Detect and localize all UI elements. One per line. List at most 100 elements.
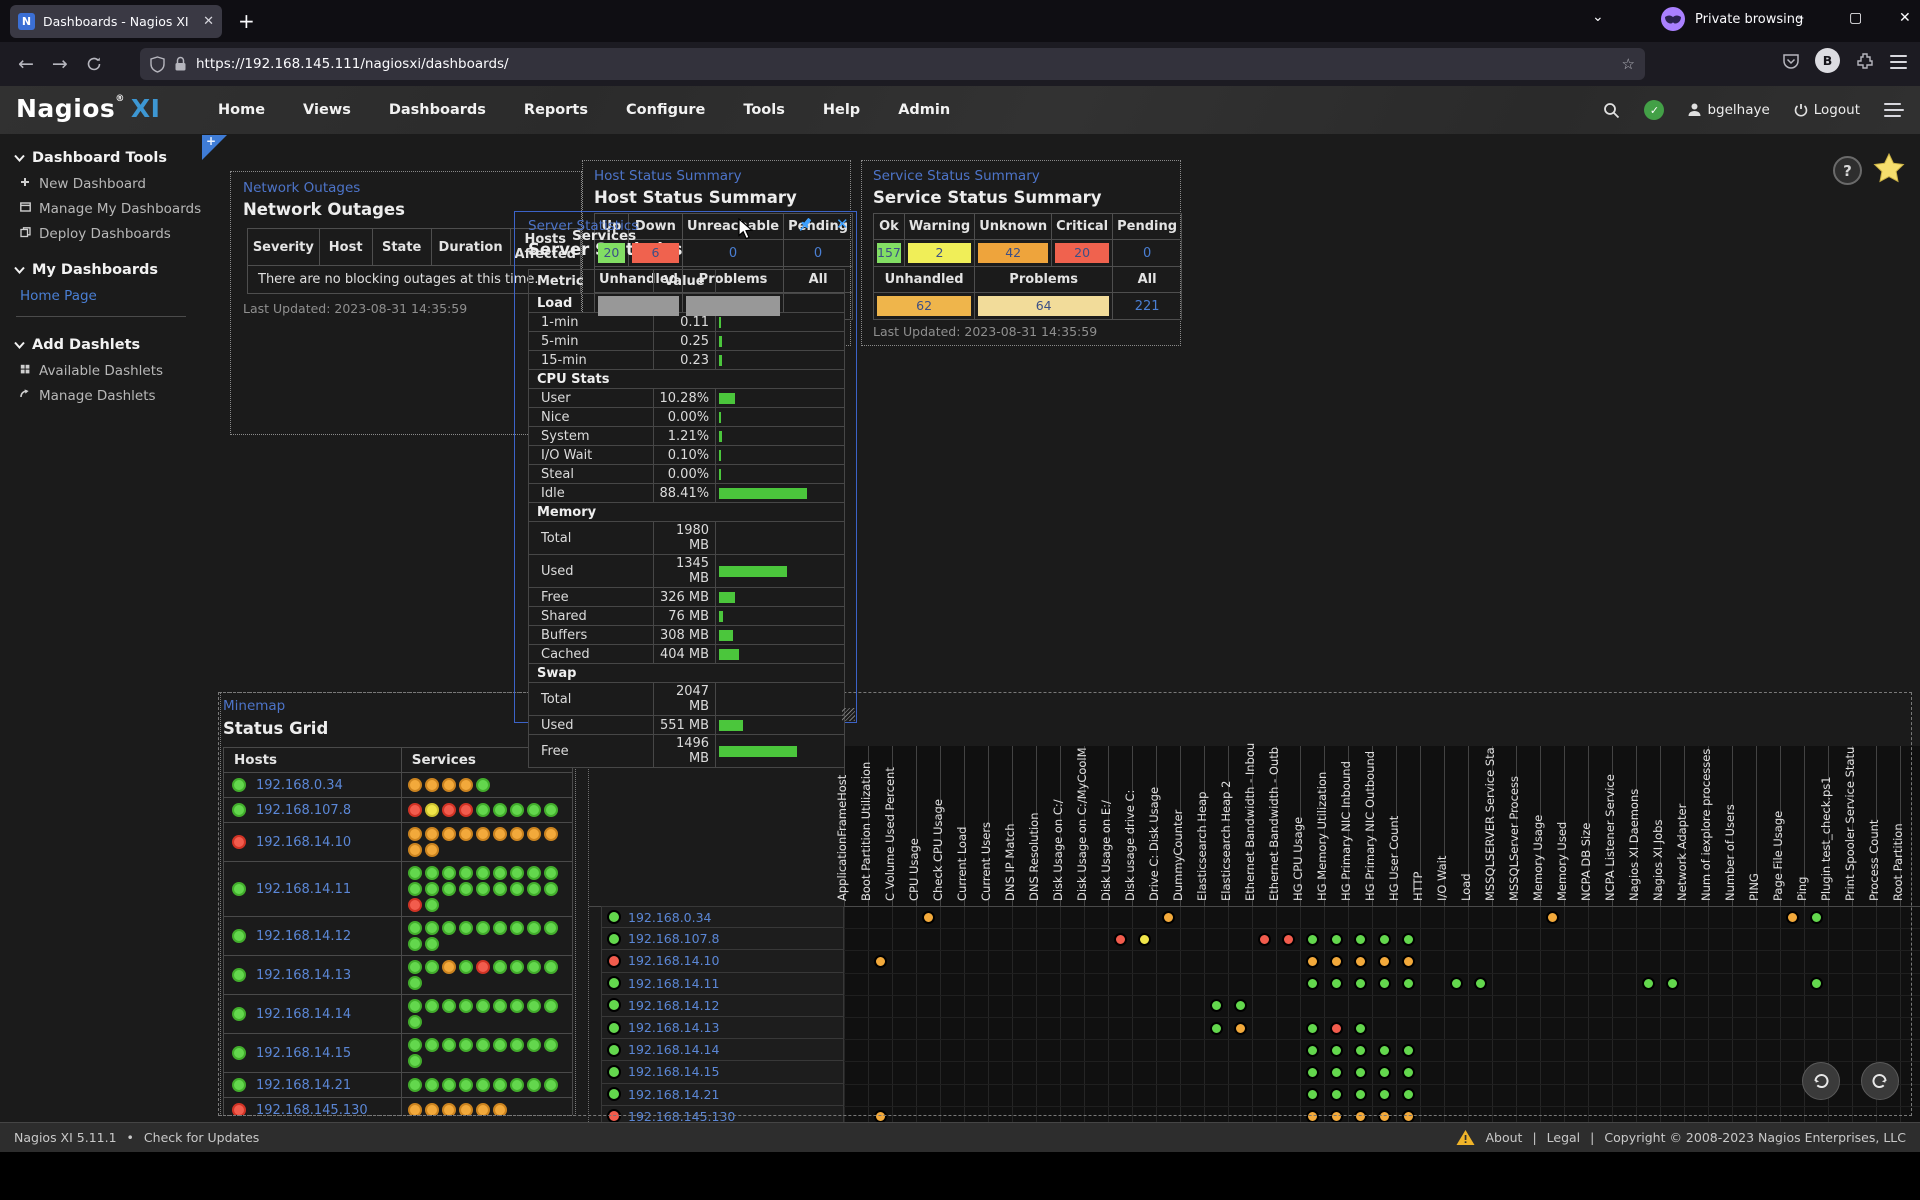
nagios-logo[interactable]: Nagios®XI	[16, 94, 160, 123]
grid-column-label[interactable]: Elasticsearch Heap	[1195, 792, 1209, 901]
host-summary-title-link[interactable]: Host Status Summary	[594, 168, 742, 184]
service-status-dot-green[interactable]	[1378, 1044, 1391, 1057]
service-summary-value-cell[interactable]: 221	[1113, 293, 1182, 320]
grid-column-label[interactable]: ApplicationFrameHost	[835, 775, 849, 901]
service-status-dot-orange[interactable]	[874, 955, 887, 968]
reload-icon[interactable]	[86, 56, 102, 72]
service-status-dot-green[interactable]	[510, 999, 524, 1013]
status-badge-orange2[interactable]: 62	[877, 296, 971, 316]
host-summary-value-cell[interactable]	[595, 293, 683, 320]
service-status-dot-green[interactable]	[425, 898, 439, 912]
service-status-dot-green[interactable]	[527, 921, 541, 935]
service-status-dot-red[interactable]	[476, 960, 490, 974]
grid-column-label[interactable]: Num of iexplore processes	[1699, 749, 1713, 901]
host-status-dot-green[interactable]	[232, 929, 246, 943]
service-status-dot-green[interactable]	[493, 866, 507, 880]
help-button[interactable]: ?	[1833, 156, 1862, 185]
grid-column-label[interactable]: Elasticsearch Heap 2	[1219, 781, 1233, 901]
service-summary-value-cell[interactable]: 157	[874, 240, 905, 267]
service-status-dot-red[interactable]	[408, 803, 422, 817]
service-status-dot-red[interactable]	[1258, 933, 1271, 946]
service-status-dot-green[interactable]	[493, 960, 507, 974]
grid-column-label[interactable]: Memory Used	[1555, 822, 1569, 901]
grid-column-label[interactable]: Disk Usage on E:/	[1099, 800, 1113, 901]
service-status-dot-green[interactable]	[1402, 1088, 1415, 1101]
service-status-dot-green[interactable]	[1378, 977, 1391, 990]
service-status-dot-green[interactable]	[425, 1038, 439, 1052]
service-status-dot-green[interactable]	[408, 866, 422, 880]
sidebar-item-available-dashlets[interactable]: Available Dashlets	[20, 363, 202, 379]
service-status-dot-green[interactable]	[459, 866, 473, 880]
service-status-dot-orange[interactable]	[1402, 955, 1415, 968]
sidebar-item-home-page[interactable]: Home Page	[20, 288, 202, 304]
service-status-dot-green[interactable]	[544, 1078, 558, 1092]
status-badge-orange[interactable]: 42	[978, 243, 1048, 263]
service-status-dot-green[interactable]	[1354, 977, 1367, 990]
header-menu-icon[interactable]	[1884, 109, 1904, 111]
service-status-dot-orange[interactable]	[442, 778, 456, 792]
dashlet-service-status-summary[interactable]: Service Status Summary Service Status Su…	[861, 160, 1181, 346]
host-link[interactable]: 192.168.107.8	[628, 931, 719, 946]
service-status-dot-orange[interactable]	[1306, 955, 1319, 968]
service-status-dot-orange[interactable]	[442, 960, 456, 974]
service-status-dot-orange[interactable]	[408, 1103, 422, 1116]
service-status-dot-green[interactable]	[408, 921, 422, 935]
service-summary-title-link[interactable]: Service Status Summary	[873, 168, 1040, 184]
sidebar-section-title[interactable]: Add Dashlets	[14, 337, 202, 353]
grid-column-label[interactable]: HG Primary NIC Inbound	[1339, 761, 1353, 901]
dashlet-status-grid[interactable]: Status Grid ApplicationFrameHostBoot Par…	[588, 716, 1920, 1128]
service-status-dot-green[interactable]	[1378, 1088, 1391, 1101]
grid-column-label[interactable]: Nagios XI Jobs	[1651, 820, 1665, 901]
minimize-icon[interactable]: –	[1797, 10, 1804, 26]
service-status-dot-green[interactable]	[476, 803, 490, 817]
service-status-dot-green[interactable]	[527, 882, 541, 896]
service-status-dot-green[interactable]	[408, 960, 422, 974]
service-status-dot-green[interactable]	[1306, 1066, 1319, 1079]
service-status-dot-green[interactable]	[442, 921, 456, 935]
grid-column-label[interactable]: Ethernet Bandwidth - Inbou	[1243, 743, 1257, 901]
service-status-dot-green[interactable]	[527, 866, 541, 880]
host-status-dot-green[interactable]	[607, 1087, 621, 1101]
service-summary-header-unknown[interactable]: Unknown	[975, 214, 1052, 240]
grid-column-label[interactable]: Disk Usage on C:/MyCoolM	[1075, 747, 1089, 901]
minemap-title-link[interactable]: Minemap	[223, 698, 285, 714]
service-status-dot-orange[interactable]	[922, 911, 935, 924]
service-status-dot-green[interactable]	[1474, 977, 1487, 990]
grid-column-label[interactable]: DNS Resolution	[1027, 812, 1041, 901]
service-status-dot-green[interactable]	[1810, 977, 1823, 990]
service-status-dot-green[interactable]	[408, 1054, 422, 1068]
forward-icon[interactable]: →	[52, 53, 68, 75]
service-status-dot-green[interactable]	[459, 921, 473, 935]
service-status-dot-orange[interactable]	[1546, 911, 1559, 924]
host-status-dot-red[interactable]	[232, 835, 246, 849]
service-status-dot-green[interactable]	[1378, 1066, 1391, 1079]
grid-column-label[interactable]: MSSQLServer Process	[1507, 776, 1521, 901]
nav-item-home[interactable]: Home	[218, 102, 265, 118]
search-icon[interactable]	[1603, 102, 1620, 119]
service-status-dot-orange[interactable]	[459, 827, 473, 841]
dashlet-close-icon[interactable]: ✕	[836, 215, 849, 233]
service-status-dot-green[interactable]	[493, 999, 507, 1013]
service-status-dot-orange[interactable]	[408, 827, 422, 841]
service-status-dot-green[interactable]	[442, 1078, 456, 1092]
service-status-dot-green[interactable]	[544, 803, 558, 817]
service-status-dot-green[interactable]	[1810, 911, 1823, 924]
resize-grip[interactable]	[842, 708, 855, 721]
host-link[interactable]: 192.168.145.130	[256, 1103, 368, 1117]
nav-item-views[interactable]: Views	[303, 102, 351, 118]
service-status-dot-green[interactable]	[1354, 933, 1367, 946]
grid-column-label[interactable]: NCPA Listener Service	[1603, 774, 1617, 901]
status-badge-green[interactable]: 157	[877, 243, 901, 263]
host-link[interactable]: 192.168.14.10	[628, 953, 719, 968]
grid-column-label[interactable]: Boot Partition Utilization	[859, 762, 873, 901]
grid-column-label[interactable]: Current Users	[979, 822, 993, 901]
sidebar-item-manage-dashlets[interactable]: Manage Dashlets	[20, 388, 202, 404]
service-summary-value-cell[interactable]: 20	[1052, 240, 1113, 267]
service-status-dot-green[interactable]	[1402, 1066, 1415, 1079]
service-status-dot-red[interactable]	[442, 803, 456, 817]
grid-column-label[interactable]: Drive C: Disk Usage	[1147, 787, 1161, 901]
host-link[interactable]: 192.168.14.14	[256, 1007, 351, 1022]
host-status-dot-red[interactable]	[232, 1103, 246, 1116]
service-status-dot-orange[interactable]	[408, 778, 422, 792]
nav-item-dashboards[interactable]: Dashboards	[389, 102, 486, 118]
